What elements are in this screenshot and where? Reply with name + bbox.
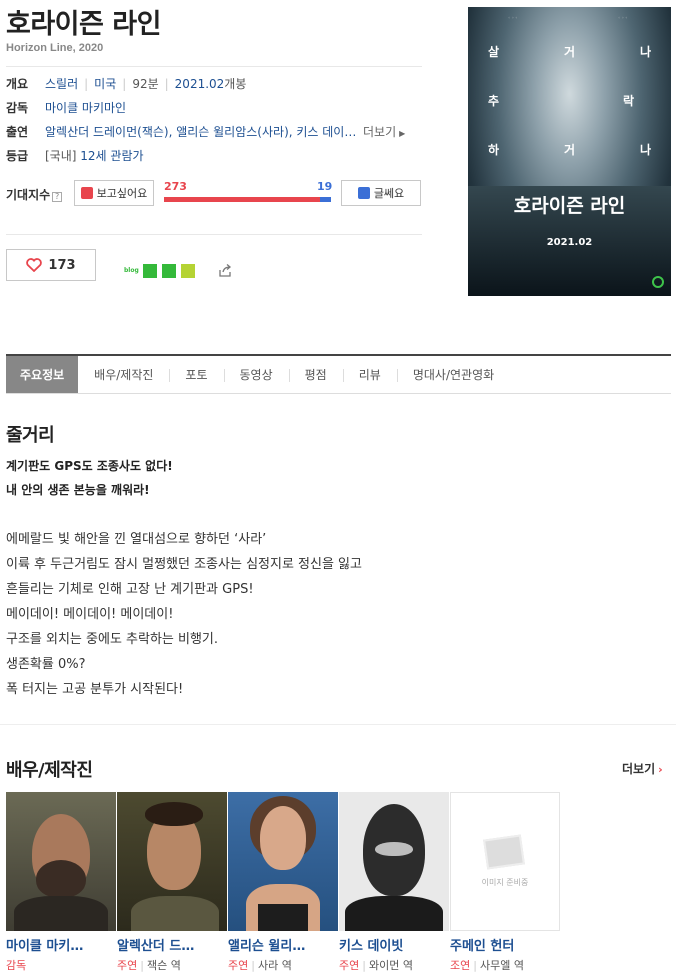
- nah-count: 19: [317, 180, 333, 193]
- synopsis-line: 에메랄드 빛 해안을 낀 열대섬으로 향하던 ‘사라’: [6, 532, 267, 547]
- genre-link[interactable]: 스릴러: [45, 77, 78, 91]
- poster-text: 나: [640, 143, 652, 157]
- cast-name[interactable]: 마이클 마키…: [6, 935, 116, 954]
- avatar-placeholder[interactable]: 이미지 준비중: [450, 792, 560, 931]
- bookmark-share-icon[interactable]: [162, 264, 176, 278]
- director-link[interactable]: 마이클 마키마인: [45, 101, 126, 115]
- placeholder-text: 이미지 준비중: [481, 878, 529, 887]
- poster-title: 호라이즌 라인: [513, 195, 626, 217]
- cast-role: 조연: [450, 959, 471, 972]
- divider: [6, 66, 422, 67]
- help-icon[interactable]: ?: [52, 192, 63, 202]
- cast-character: 잭슨 역: [146, 959, 181, 972]
- cast-name[interactable]: 알렉산더 드…: [117, 935, 227, 954]
- country-link[interactable]: 미국: [94, 77, 116, 91]
- nah-label: 글쎄요: [373, 187, 405, 200]
- cast-role: 감독: [6, 959, 27, 972]
- cast-character: 사라 역: [257, 959, 292, 972]
- cast-role: 주연: [228, 959, 249, 972]
- tab-bar: 주요정보 배우/제작진 포토 동영상 평점 리뷰 명대사/연관영화: [6, 354, 671, 394]
- not-sure-button[interactable]: 글쎄요: [341, 180, 421, 206]
- share-icons: blog: [124, 264, 232, 278]
- heart-icon: [26, 258, 43, 272]
- thumbs-up-icon: [80, 187, 93, 199]
- tab-cast-crew[interactable]: 배우/제작진: [78, 356, 169, 393]
- rating-prefix: [국내]: [45, 149, 77, 163]
- overview-label: 개요: [6, 77, 29, 91]
- thumbs-down-icon: [357, 187, 370, 199]
- cast-card[interactable]: 마이클 마키… 감독: [6, 792, 116, 973]
- blog-share-icon[interactable]: blog: [124, 264, 139, 278]
- divider: [6, 234, 422, 235]
- poster-text: 추: [488, 94, 500, 108]
- cafe-share-icon[interactable]: [143, 264, 157, 278]
- synopsis-tagline: 계기판도 GPS도 조종사도 없다!: [6, 459, 173, 473]
- cast-card[interactable]: 알렉산더 드… 주연 | 잭슨 역: [117, 792, 227, 973]
- expectation-bar-fill: [164, 197, 321, 202]
- want-label: 보고싶어요: [96, 187, 148, 200]
- synopsis-line: 이륙 후 두근거림도 잠시 멀쩡했던 조종사는 심정지로 정신을 잃고: [6, 557, 362, 572]
- rating-label: 등급: [6, 149, 29, 163]
- memo-share-icon[interactable]: [181, 264, 195, 278]
- cast-character: 와이먼 역: [368, 959, 413, 972]
- poster-date: 2021.02: [546, 237, 593, 248]
- synopsis-line: 폭 터지는 고공 분투가 시작된다!: [6, 682, 184, 697]
- synopsis-line: 메이데이! 메이데이! 메이데이!: [6, 607, 174, 622]
- avatar[interactable]: [339, 792, 449, 931]
- divider: [0, 724, 676, 725]
- cast-label: 출연: [6, 125, 29, 139]
- expectation-label: 기대지수?: [6, 186, 63, 203]
- movie-subtitle: Horizon Line, 2020: [6, 42, 104, 54]
- cast-card[interactable]: 이미지 준비중 주메인 헌터 조연 | 사무엘 역: [450, 792, 560, 973]
- expectation-bar: [164, 197, 331, 202]
- movie-title: 호라이즌 라인: [6, 9, 161, 40]
- poster-text: 락: [623, 94, 635, 108]
- poster-text: 살: [488, 45, 500, 59]
- cast-name[interactable]: 앨리슨 윌리…: [228, 935, 338, 954]
- cast-role: 주연: [339, 959, 360, 972]
- synopsis-heading: 줄거리: [6, 425, 55, 446]
- synopsis-line: 구조를 외치는 중에도 추락하는 비행기.: [6, 632, 219, 647]
- synopsis-line: 흔들리는 기체로 인해 고장 난 계기판과 GPS!: [6, 582, 254, 597]
- cast-more-link[interactable]: 더보기 ▶: [363, 123, 405, 143]
- release-date-link[interactable]: 2021.02: [175, 77, 225, 91]
- avatar[interactable]: [117, 792, 227, 931]
- movie-poster[interactable]: ◦ ◦ ◦ ◦ ◦ ◦ 살 추 하 거 락 거 나 나 호라이즌 라인 2021…: [468, 7, 671, 296]
- avatar[interactable]: [6, 792, 116, 931]
- like-count: 173: [48, 257, 76, 273]
- runtime: 92분: [132, 77, 159, 91]
- want-count: 273: [164, 180, 187, 193]
- tab-photo[interactable]: 포토: [169, 356, 223, 393]
- zoom-icon[interactable]: [652, 276, 664, 288]
- cast-more-link[interactable]: 더보기 ›: [622, 760, 663, 777]
- tab-video[interactable]: 동영상: [223, 356, 289, 393]
- cast-character: 사무엘 역: [479, 959, 524, 972]
- cast-heading: 배우/제작진: [6, 760, 93, 781]
- cast-card[interactable]: 키스 데이빗 주연 | 와이먼 역: [339, 792, 449, 973]
- tab-reviews[interactable]: 리뷰: [342, 356, 397, 393]
- avatar[interactable]: [228, 792, 338, 931]
- tab-ratings[interactable]: 평점: [288, 356, 343, 393]
- tab-main-info[interactable]: 주요정보: [6, 356, 79, 393]
- synopsis-line: 생존확률 0%?: [6, 657, 86, 672]
- director-label: 감독: [6, 101, 29, 115]
- share-icon[interactable]: [218, 264, 232, 278]
- synopsis-tagline: 내 안의 생존 본능을 깨워라!: [6, 483, 150, 497]
- cast-role: 주연: [117, 959, 138, 972]
- release-suffix: 개봉: [224, 77, 247, 91]
- like-button[interactable]: 173: [6, 249, 96, 281]
- cast-line[interactable]: 알렉산더 드레이먼(잭슨), 앨리슨 윌리암스(사라), 키스 데이…: [45, 123, 356, 141]
- poster-text: 하: [488, 143, 500, 157]
- cast-card[interactable]: 앨리슨 윌리… 주연 | 사라 역: [228, 792, 338, 973]
- cast-name[interactable]: 주메인 헌터: [450, 935, 560, 954]
- poster-text: 나: [640, 45, 652, 59]
- rating-link[interactable]: 12세 관람가: [80, 149, 143, 163]
- want-to-see-button[interactable]: 보고싶어요: [74, 180, 154, 206]
- image-placeholder-icon: [483, 834, 525, 870]
- poster-text: 거: [564, 143, 576, 157]
- poster-text: 거: [564, 45, 576, 59]
- tab-quotes[interactable]: 명대사/연관영화: [396, 356, 510, 393]
- cast-name[interactable]: 키스 데이빗: [339, 935, 449, 954]
